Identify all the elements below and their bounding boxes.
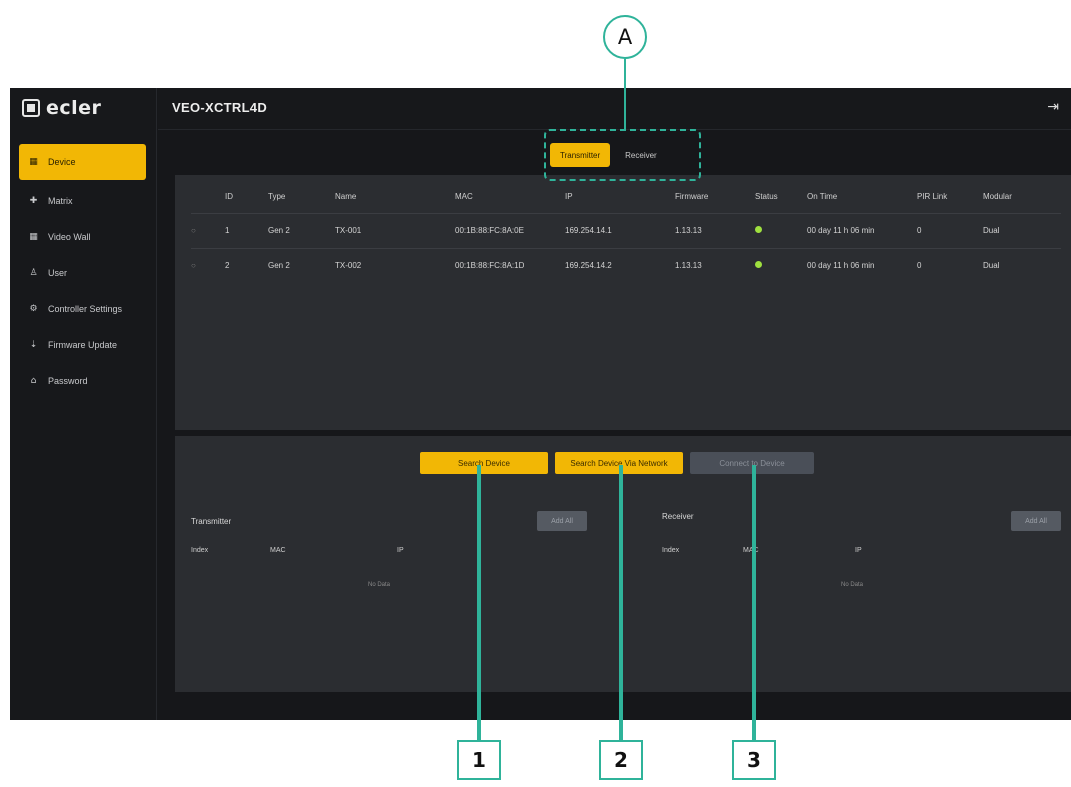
cell-modular: Dual bbox=[983, 212, 1061, 248]
cell-modular: Dual bbox=[983, 247, 1061, 283]
sidebar-item-label: Matrix bbox=[48, 196, 73, 206]
col-header-id: ID bbox=[225, 192, 233, 202]
table-row[interactable]: ○ 1 Gen 2 TX-001 00:1B:88:FC:8A:0E 169.2… bbox=[191, 212, 1061, 248]
cell-type: Gen 2 bbox=[268, 212, 335, 248]
transmitter-add-all-button[interactable]: Add All bbox=[537, 511, 587, 531]
sidebar-item-device[interactable]: ▦ Device bbox=[19, 144, 146, 180]
col-header-mac: MAC bbox=[455, 192, 473, 202]
sidebar-item-user[interactable]: ♙ User bbox=[19, 255, 146, 291]
cell-mac: 00:1B:88:FC:8A:0E bbox=[455, 212, 565, 248]
cell-pir-link: 0 bbox=[917, 212, 983, 248]
gear-icon: ⚙ bbox=[29, 304, 38, 314]
app-window: ecler ▦ Device ✚ Matrix ▦ Video Wall ♙ U… bbox=[10, 88, 1071, 720]
col-header-status: Status bbox=[755, 192, 778, 202]
cell-status bbox=[755, 247, 807, 283]
sidebar-item-firmware-update[interactable]: ⇣ Firmware Update bbox=[19, 327, 146, 363]
lock-icon: ⌂ bbox=[30, 376, 37, 386]
callout-3: 3 bbox=[732, 740, 776, 780]
col-header-ip: IP bbox=[565, 192, 573, 202]
sidebar: ecler ▦ Device ✚ Matrix ▦ Video Wall ♙ U… bbox=[10, 88, 157, 720]
cell-firmware: 1.13.13 bbox=[675, 247, 755, 283]
search-panel: Search Device Search Device Via Network … bbox=[175, 436, 1071, 692]
cell-pir-link: 0 bbox=[917, 247, 983, 283]
device-icon: ▦ bbox=[29, 157, 38, 167]
cell-ip: 169.254.14.1 bbox=[565, 212, 675, 248]
sidebar-item-matrix[interactable]: ✚ Matrix bbox=[19, 183, 146, 219]
page-title: VEO-XCTRL4D bbox=[172, 100, 268, 115]
sidebar-nav: ▦ Device ✚ Matrix ▦ Video Wall ♙ User ⚙ … bbox=[19, 144, 146, 399]
sidebar-item-label: Video Wall bbox=[48, 232, 91, 242]
col-header-modular: Modular bbox=[983, 192, 1012, 202]
transmitter-col-ip: IP bbox=[397, 547, 404, 554]
sidebar-item-label: Controller Settings bbox=[48, 304, 123, 314]
sidebar-item-label: Password bbox=[48, 376, 88, 386]
cell-status bbox=[755, 212, 807, 248]
receiver-col-index: Index bbox=[662, 547, 680, 554]
table-row[interactable]: ○ 2 Gen 2 TX-002 00:1B:88:FC:8A:1D 169.2… bbox=[191, 247, 1061, 283]
logo-text: ecler bbox=[46, 97, 102, 119]
col-header-on-time: On Time bbox=[807, 192, 838, 202]
table-header-row: ID Type Name MAC IP Firmware Status On T… bbox=[191, 181, 1061, 213]
device-table: ID Type Name MAC IP Firmware Status On T… bbox=[191, 181, 1061, 283]
receiver-add-all-button[interactable]: Add All bbox=[1011, 511, 1061, 531]
top-bar: VEO-XCTRL4D ⇥ bbox=[158, 88, 1071, 130]
ecler-logo: ecler bbox=[22, 97, 101, 119]
connect-device-button[interactable]: Connect to Device bbox=[690, 452, 814, 474]
device-list-panel: ID Type Name MAC IP Firmware Status On T… bbox=[175, 175, 1071, 430]
col-header-firmware: Firmware bbox=[675, 192, 709, 202]
receiver-empty-text: No Data bbox=[841, 582, 864, 588]
receiver-col-mac: MAC bbox=[743, 547, 759, 554]
status-online-icon bbox=[755, 226, 762, 233]
cell-id: 2 bbox=[225, 247, 268, 283]
sidebar-item-label: Device bbox=[48, 157, 76, 167]
sidebar-item-video-wall[interactable]: ▦ Video Wall bbox=[19, 219, 146, 255]
callout-2: 2 bbox=[599, 740, 643, 780]
col-header-type: Type bbox=[268, 192, 286, 202]
transmitter-col-mac: MAC bbox=[270, 547, 286, 554]
cell-id: 1 bbox=[225, 212, 268, 248]
cell-mac: 00:1B:88:FC:8A:1D bbox=[455, 247, 565, 283]
logo-mark-icon bbox=[22, 99, 40, 117]
transmitter-empty-text: No Data bbox=[368, 582, 391, 588]
tabs-highlight-frame bbox=[544, 129, 701, 181]
col-header-select bbox=[191, 181, 225, 213]
search-device-button[interactable]: Search Device bbox=[420, 452, 548, 474]
download-icon: ⇣ bbox=[29, 340, 38, 350]
row-select-radio[interactable]: ○ bbox=[191, 212, 225, 248]
row-select-radio[interactable]: ○ bbox=[191, 247, 225, 283]
cell-on-time: 00 day 11 h 06 min bbox=[807, 247, 917, 283]
search-action-bar: Search Device Search Device Via Network … bbox=[420, 452, 814, 474]
sidebar-item-label: Firmware Update bbox=[48, 340, 118, 350]
cell-type: Gen 2 bbox=[268, 247, 335, 283]
logout-icon[interactable]: ⇥ bbox=[1047, 99, 1059, 115]
sidebar-item-controller-settings[interactable]: ⚙ Controller Settings bbox=[19, 291, 146, 327]
cell-on-time: 00 day 11 h 06 min bbox=[807, 212, 917, 248]
col-header-pir-link: PIR Link bbox=[917, 192, 948, 202]
video-wall-icon: ▦ bbox=[29, 232, 38, 242]
col-header-name: Name bbox=[335, 192, 357, 202]
sidebar-item-label: User bbox=[48, 268, 68, 278]
callout-1: 1 bbox=[457, 740, 501, 780]
transmitter-col-index: Index bbox=[191, 547, 209, 554]
search-device-network-button[interactable]: Search Device Via Network bbox=[555, 452, 683, 474]
callout-a: A bbox=[603, 15, 647, 59]
cell-name: TX-001 bbox=[335, 212, 455, 248]
transmitter-section-title: Transmitter bbox=[191, 517, 232, 526]
receiver-col-ip: IP bbox=[855, 547, 862, 554]
matrix-icon: ✚ bbox=[29, 196, 38, 206]
user-icon: ♙ bbox=[29, 268, 38, 278]
status-online-icon bbox=[755, 261, 762, 269]
cell-name: TX-002 bbox=[335, 247, 455, 283]
receiver-section-title: Receiver bbox=[662, 512, 694, 521]
sidebar-item-password[interactable]: ⌂ Password bbox=[19, 363, 146, 399]
cell-firmware: 1.13.13 bbox=[675, 212, 755, 248]
cell-ip: 169.254.14.2 bbox=[565, 247, 675, 283]
